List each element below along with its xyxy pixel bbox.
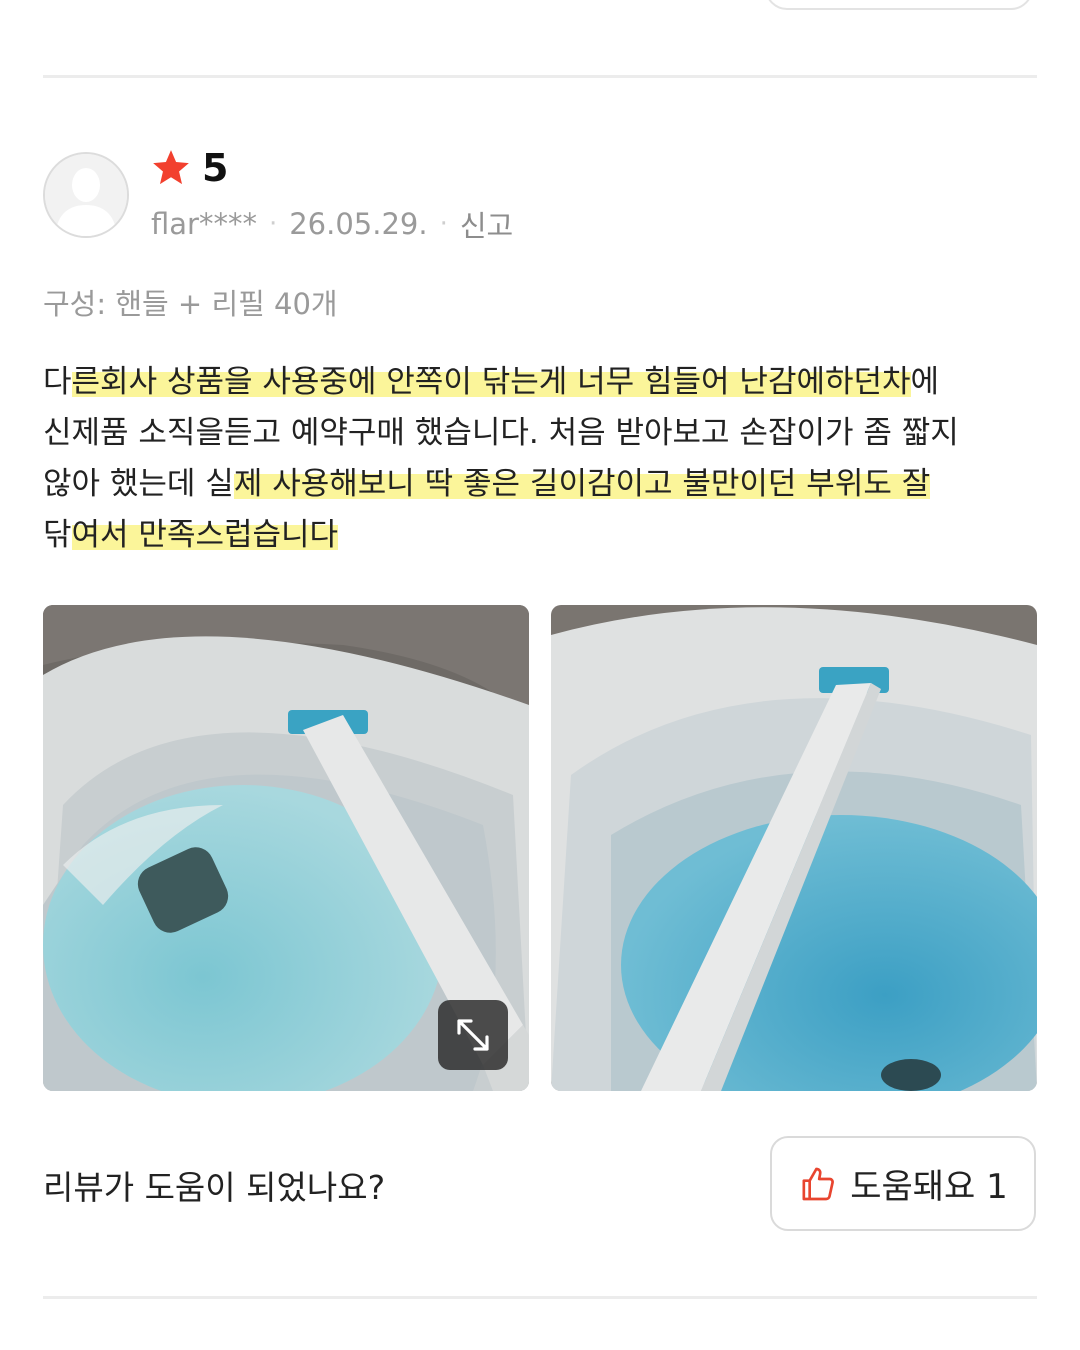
review-divider xyxy=(43,1296,1037,1299)
star-icon xyxy=(153,150,189,185)
review-text-segment: 않아 했는데 실 xyxy=(43,466,234,502)
review-text-segment: 다 xyxy=(43,364,72,400)
rating-value: 5 xyxy=(202,146,229,190)
review-meta: flar**** · 26.05.29. · 신고 xyxy=(151,203,513,245)
helpful-question: 리뷰가 도움이 되었나요? xyxy=(43,1168,386,1207)
avatar xyxy=(43,152,129,238)
review-photo[interactable] xyxy=(551,605,1037,1091)
highlighted-text: 여서 만족스럽습니다 xyxy=(71,517,339,553)
product-option: 구성: 핸들 + 리필 40개 xyxy=(43,287,338,321)
rating: 5 xyxy=(150,147,228,189)
review-line: 않아 했는데 실제 사용해보니 딱 좋은 길이감이고 불만이던 부위도 잘 xyxy=(43,459,1043,510)
expand-icon xyxy=(457,1019,489,1051)
review-text: 다른회사 상품을 사용중에 안쪽이 닦는게 너무 힘들어 난감에하던차에 신제품… xyxy=(43,357,1043,561)
review-date: 26.05.29. xyxy=(289,207,428,241)
review-line: 닦여서 만족스럽습니다 xyxy=(43,510,1043,561)
expand-button[interactable] xyxy=(438,1000,508,1070)
default-avatar-icon xyxy=(45,154,127,236)
previous-review-helpful-button[interactable] xyxy=(765,0,1033,10)
report-link[interactable]: 신고 xyxy=(460,203,513,245)
helpful-button[interactable]: 도움돼요 1 xyxy=(770,1136,1036,1231)
thumbs-up-icon xyxy=(802,1167,835,1200)
review-divider xyxy=(43,75,1037,78)
review-text-segment: 닦 xyxy=(43,517,72,553)
helpful-button-label: 도움돼요 1 xyxy=(850,1167,1008,1207)
separator-dot: · xyxy=(268,209,278,239)
review-photo[interactable] xyxy=(43,605,529,1091)
username: flar**** xyxy=(151,207,257,241)
review-line: 다른회사 상품을 사용중에 안쪽이 닦는게 너무 힘들어 난감에하던차에 xyxy=(43,357,1043,408)
highlighted-text: 제 사용해보니 딱 좋은 길이감이고 불만이던 부위도 잘 xyxy=(233,466,931,502)
review-text-segment: 에 xyxy=(910,364,940,400)
separator-dot: · xyxy=(439,209,448,239)
review-line: 신제품 소직을듣고 예약구매 했습니다. 처음 받아보고 손잡이가 좀 짧지 xyxy=(43,415,959,451)
toilet-bowl-photo xyxy=(551,605,1037,1091)
highlighted-text: 른회사 상품을 사용중에 안쪽이 닦는게 너무 힘들어 난감에하던차 xyxy=(71,364,911,400)
